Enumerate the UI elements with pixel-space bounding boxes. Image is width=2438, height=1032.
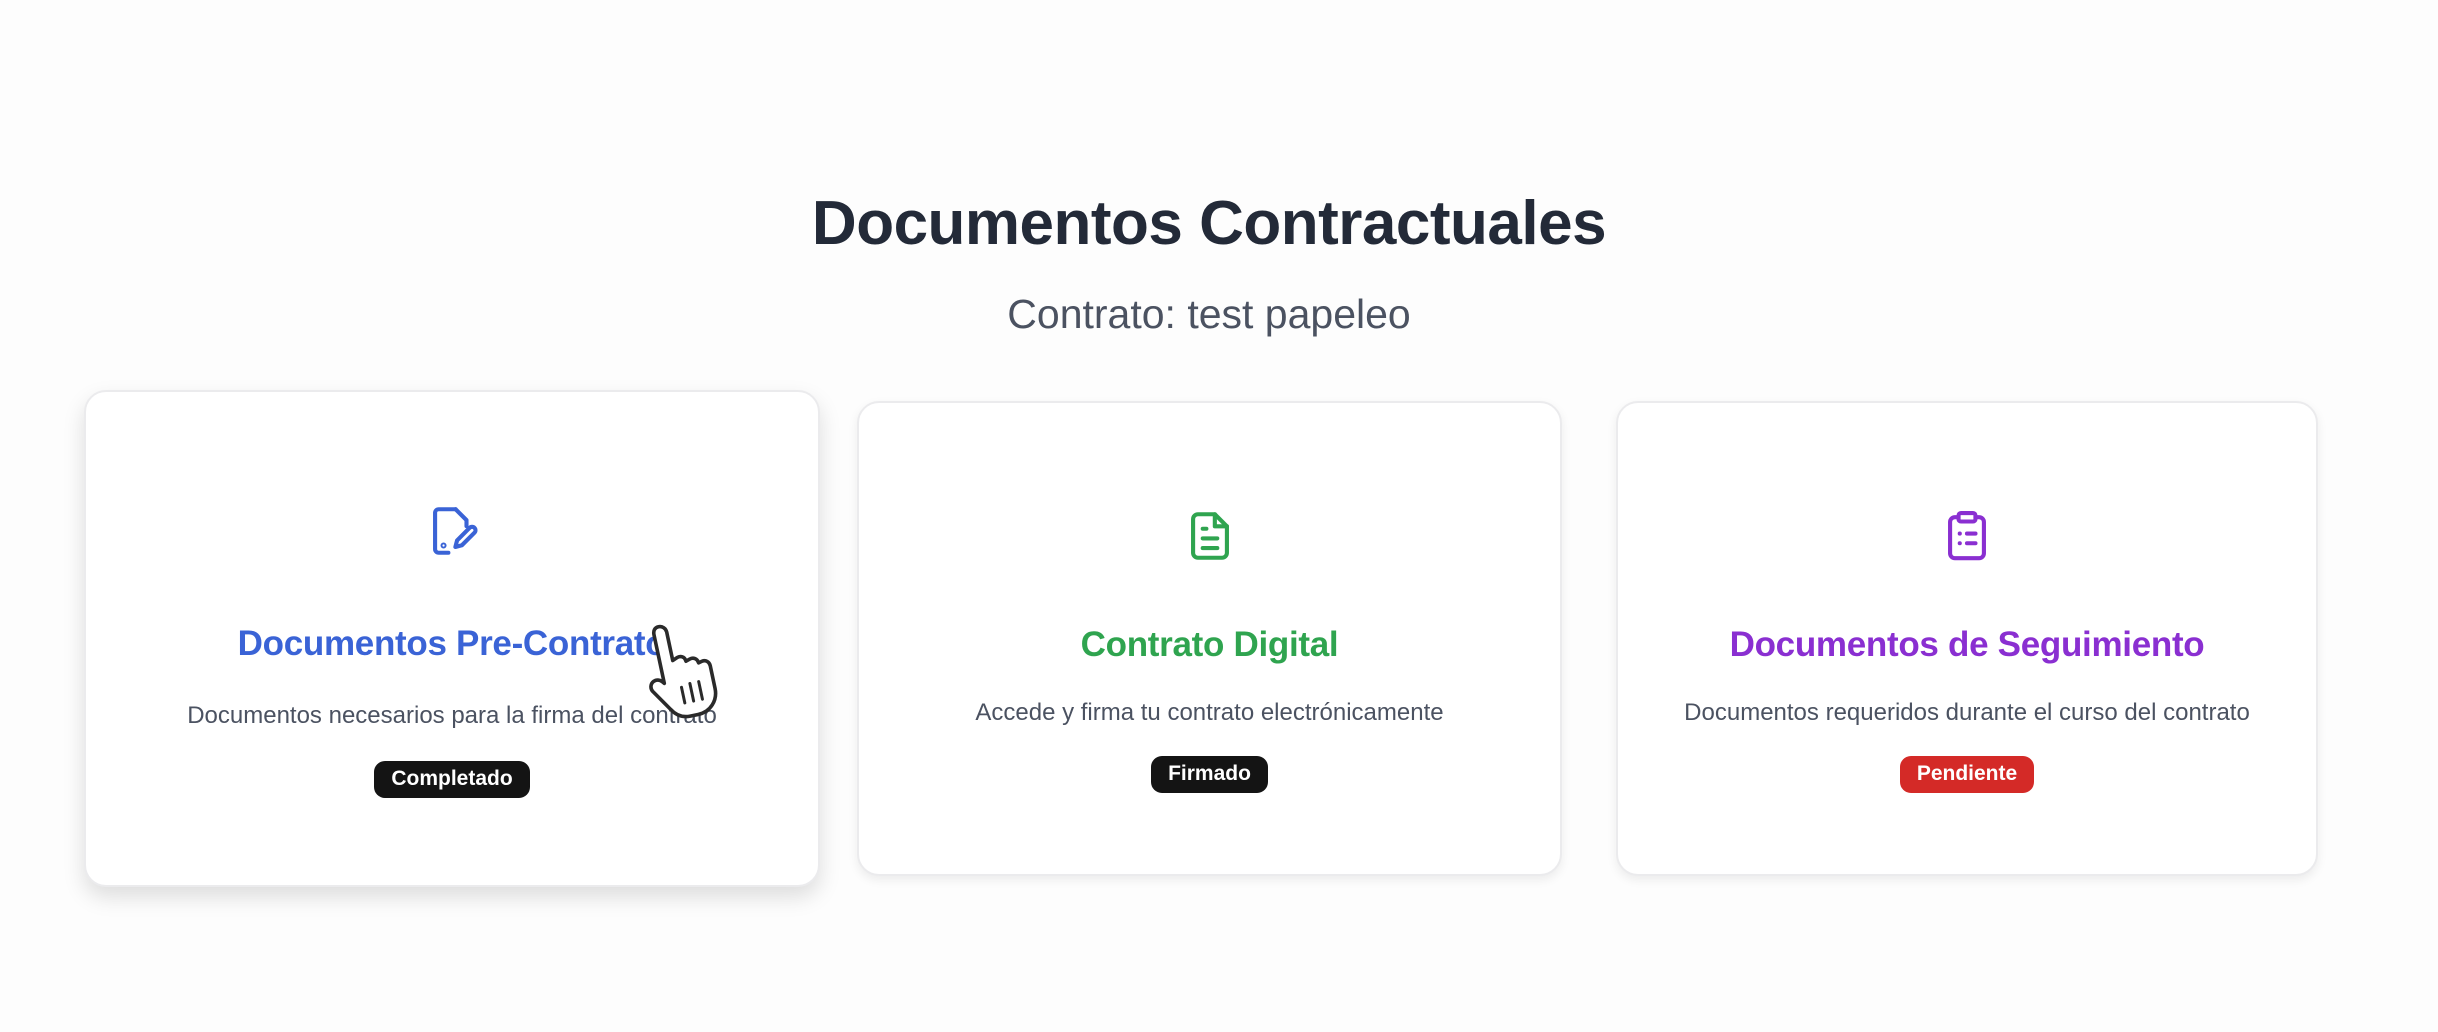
page-subtitle: Contrato: test papeleo <box>1007 291 1411 337</box>
card-title: Documentos Pre-Contrato <box>237 624 667 663</box>
card-contrato-digital[interactable]: Contrato Digital Accede y firma tu contr… <box>857 401 1562 876</box>
status-badge: Firmado <box>1151 756 1268 793</box>
card-title: Contrato Digital <box>1080 625 1339 664</box>
document-text-icon <box>1181 507 1239 565</box>
status-badge: Completado <box>374 761 530 798</box>
card-description: Documentos requeridos durante el curso d… <box>1684 699 2250 726</box>
card-description: Documentos necesarios para la firma del … <box>187 702 717 729</box>
page: Documentos Contractuales Contrato: test … <box>0 0 2438 1032</box>
page-title: Documentos Contractuales <box>811 189 1607 258</box>
card-title: Documentos de Seguimiento <box>1729 625 2205 664</box>
card-seguimiento[interactable]: Documentos de Seguimiento Documentos req… <box>1616 401 2318 876</box>
document-edit-icon <box>423 502 481 560</box>
card-pre-contrato[interactable]: Documentos Pre-Contrato Documentos neces… <box>84 390 820 887</box>
card-description: Accede y firma tu contrato electrónicame… <box>975 699 1444 726</box>
status-badge: Pendiente <box>1899 756 2035 793</box>
clipboard-list-icon <box>1938 507 1996 565</box>
